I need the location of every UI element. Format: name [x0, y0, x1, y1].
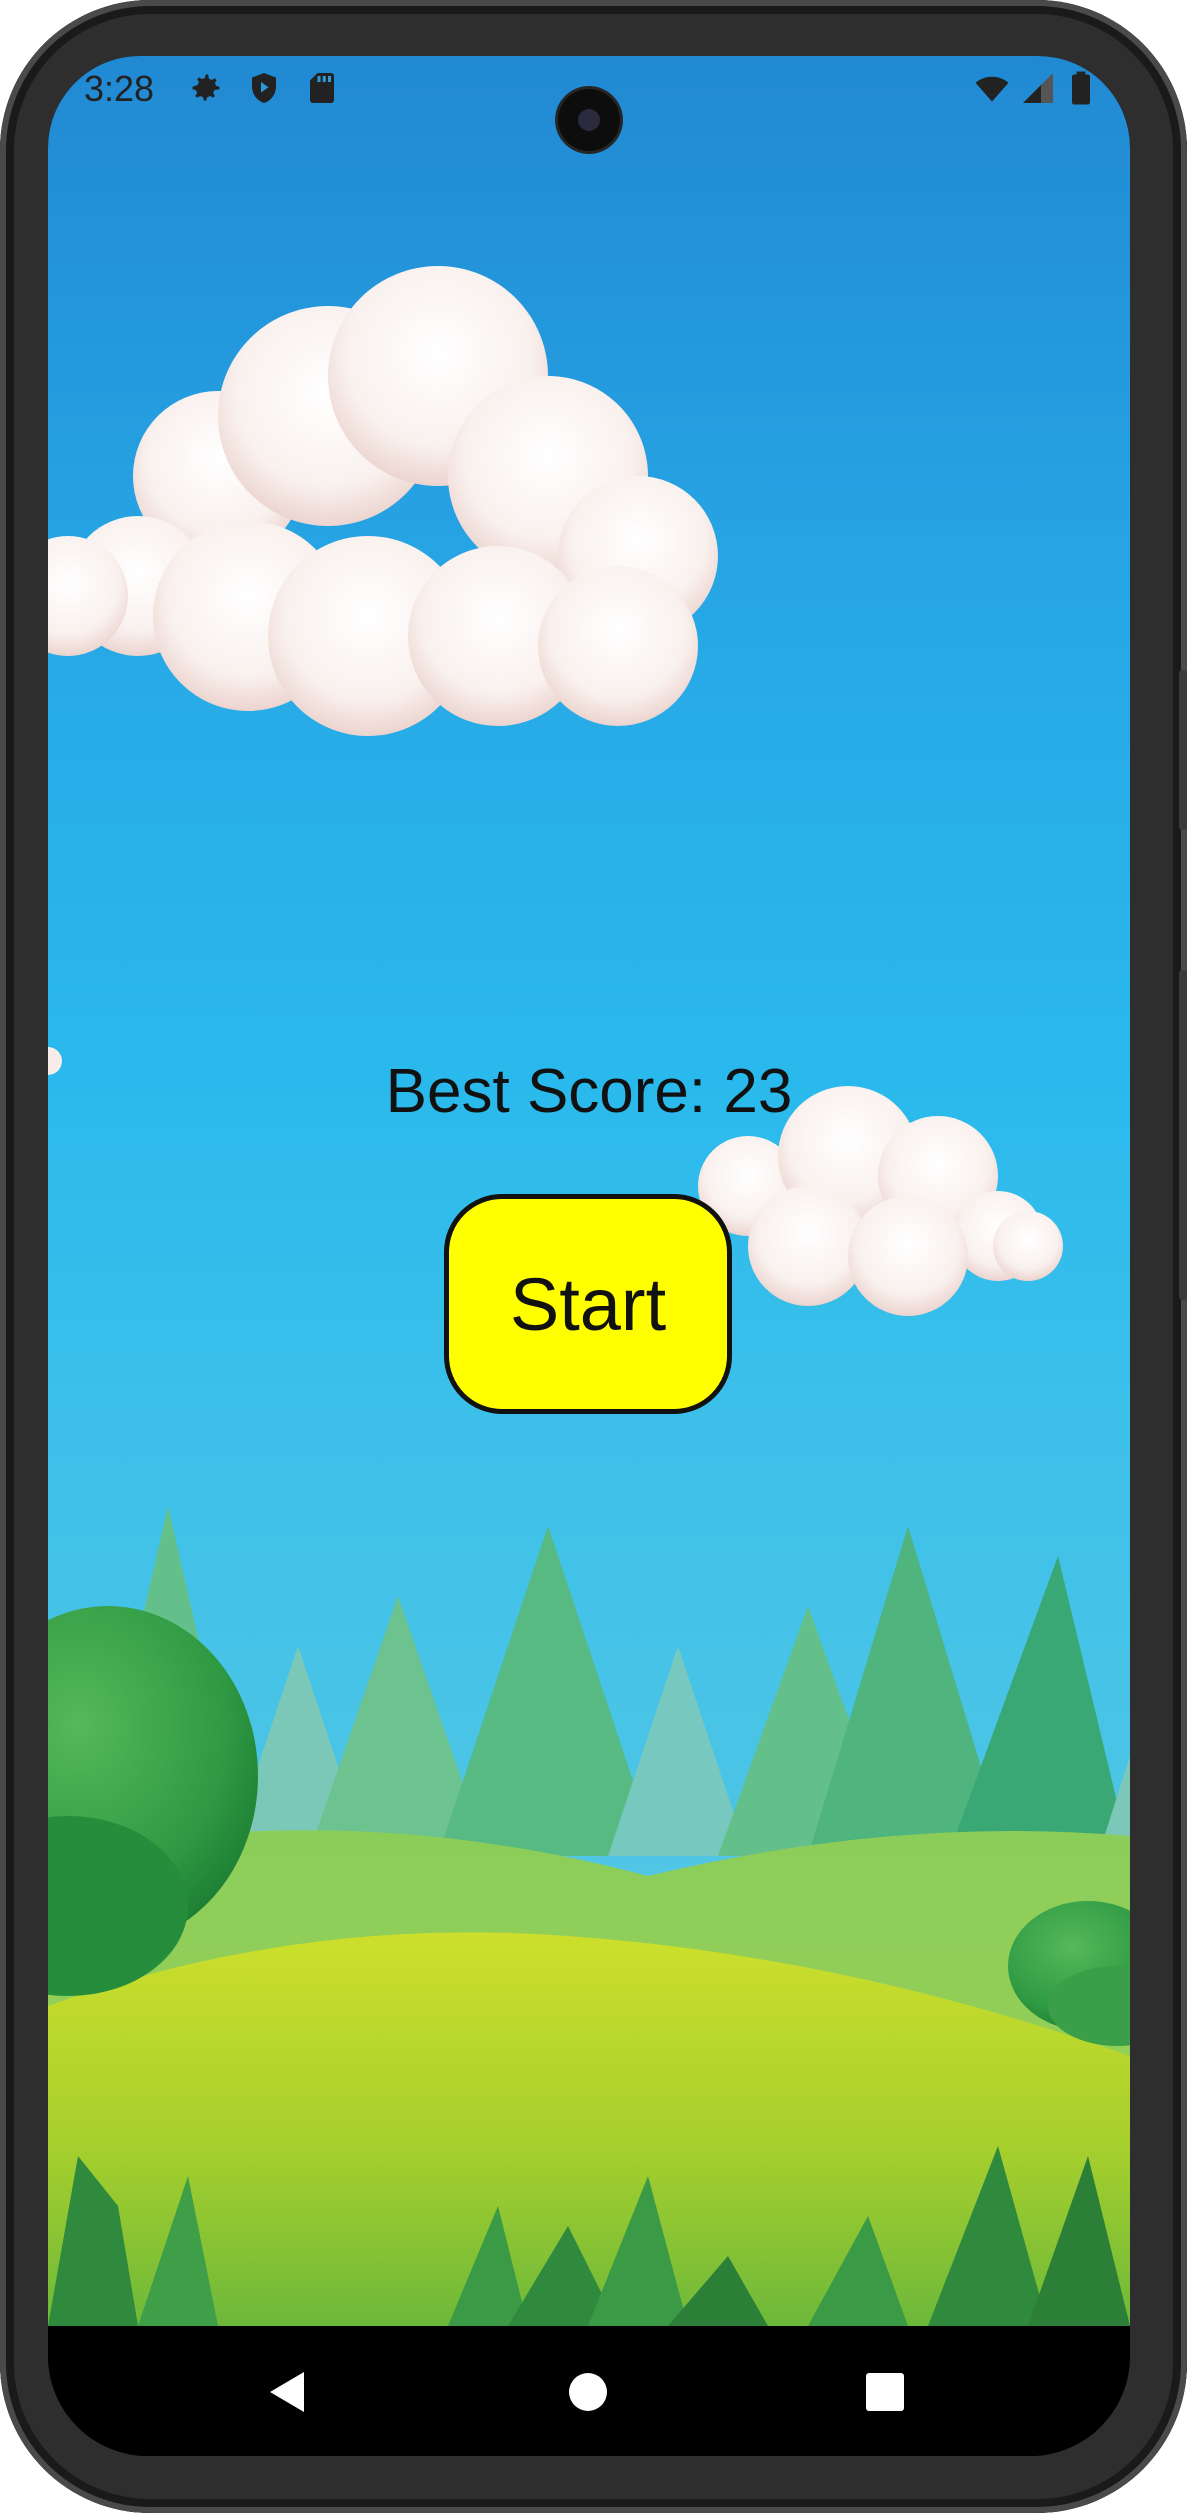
settings-icon — [192, 74, 220, 101]
home-icon[interactable] — [548, 2352, 628, 2432]
cell-signal-icon — [1023, 73, 1053, 103]
best-score-label: Best Score: 23 — [385, 1057, 793, 1126]
volume-button — [1179, 670, 1187, 830]
navigation-bar — [48, 2326, 1130, 2456]
cloud-large — [48, 266, 718, 736]
battery-icon — [1072, 71, 1090, 105]
landscape-scene — [48, 266, 1130, 2326]
sd-card-icon — [310, 73, 334, 103]
phone-frame: 3:28 Best Score: 23 Start — [0, 0, 1187, 2513]
screen: 3:28 Best Score: 23 Start — [48, 56, 1130, 2456]
start-button[interactable]: Start — [444, 1194, 732, 1414]
game-background — [48, 56, 1130, 2326]
front-camera — [558, 89, 620, 151]
back-icon[interactable] — [248, 2352, 328, 2432]
shield-play-icon — [252, 73, 276, 103]
power-button — [1179, 970, 1187, 1300]
wifi-icon — [975, 76, 1009, 102]
recents-icon[interactable] — [845, 2352, 925, 2432]
status-time: 3:28 — [84, 68, 155, 109]
